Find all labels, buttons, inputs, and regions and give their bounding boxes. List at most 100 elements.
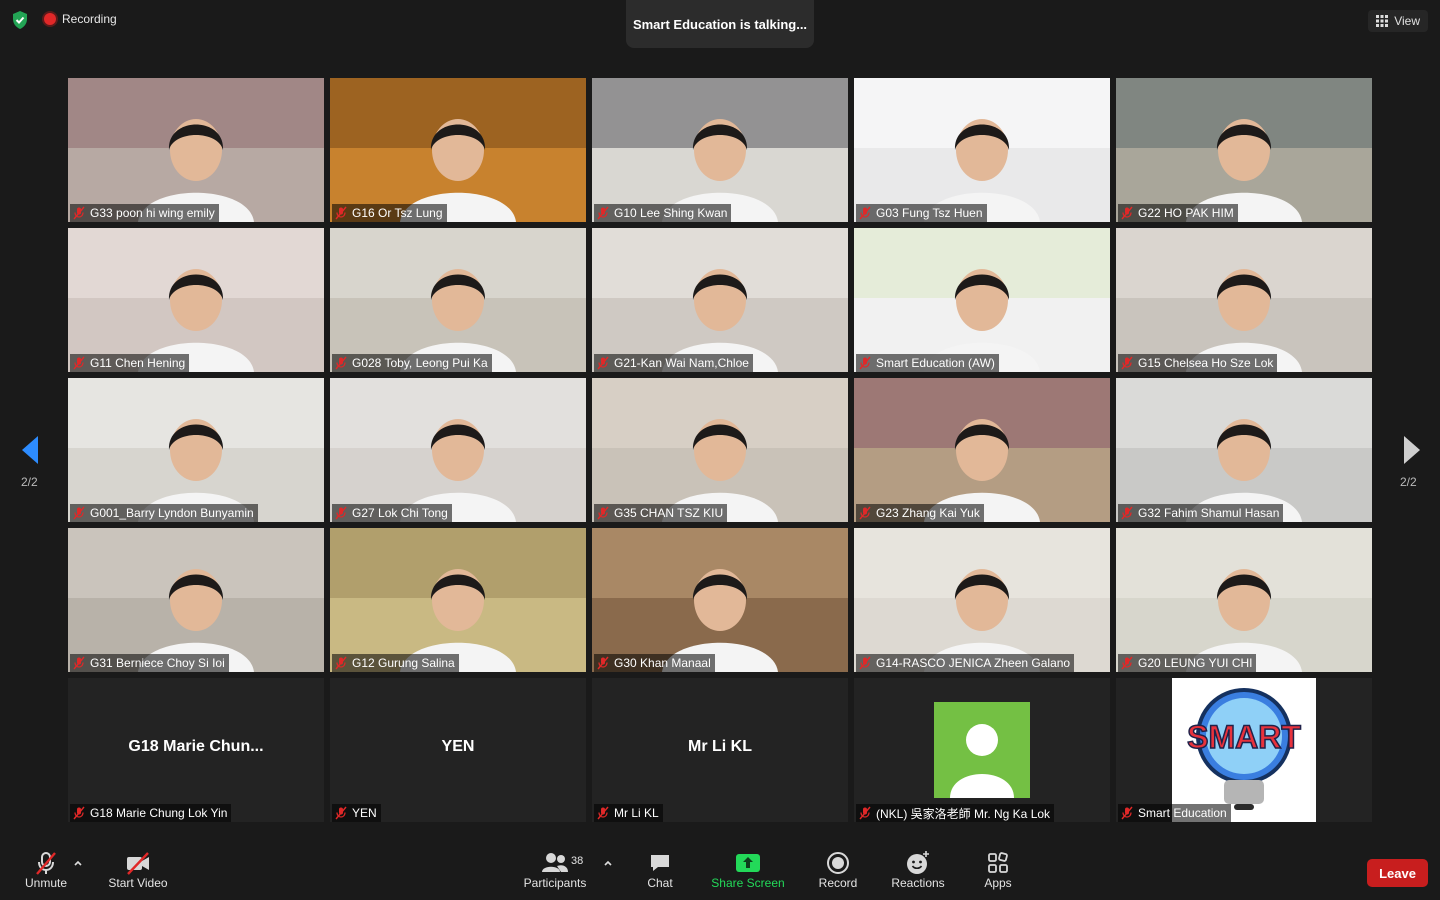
participant-tile[interactable]: G16 Or Tsz Lung [330, 78, 586, 222]
meeting-toolbar: Unmute Start Video Participants 38 Chat … [0, 840, 1440, 900]
participant-video-feed [1116, 78, 1372, 222]
participant-tile[interactable]: G33 poon hi wing emily [68, 78, 324, 222]
participant-name: G12 Gurung Salina [352, 656, 455, 670]
muted-microphone-icon [1121, 506, 1133, 520]
participant-tile[interactable]: G14-RASCO JENICA Zheen Galano [854, 528, 1110, 672]
muted-microphone-icon [597, 206, 609, 220]
recording-label: Recording [62, 12, 117, 26]
participant-name-tag: G20 LEUNG YUI CHI [1118, 654, 1257, 672]
participant-tile[interactable]: Smart Education (AW) [854, 228, 1110, 372]
participant-video-feed [854, 78, 1110, 222]
participant-tile[interactable]: G18 Marie Chun... G18 Marie Chung Lok Yin [68, 678, 324, 822]
participant-tile[interactable]: G20 LEUNG YUI CHI [1116, 528, 1372, 672]
participants-label: Participants [523, 876, 587, 890]
leave-button[interactable]: Leave [1367, 859, 1428, 887]
video-gallery: G33 poon hi wing emily G16 Or Tsz Lung G10… [68, 78, 1372, 822]
participant-tile[interactable]: G32 Fahim Shamul Hasan [1116, 378, 1372, 522]
muted-microphone-icon [73, 506, 85, 520]
participant-name-tag: G33 poon hi wing emily [70, 204, 219, 222]
audio-options-chevron-up-icon[interactable] [73, 858, 83, 868]
participant-name: G10 Lee Shing Kwan [614, 206, 728, 220]
participant-name-tag: G10 Lee Shing Kwan [594, 204, 732, 222]
muted-microphone-icon [1121, 656, 1133, 670]
participant-name-tag: G14-RASCO JENICA Zheen Galano [856, 654, 1075, 672]
participant-tile[interactable]: YEN YEN [330, 678, 586, 822]
participant-name-tag: G22 HO PAK HIM [1118, 204, 1238, 222]
share-screen-label: Share Screen [711, 876, 785, 890]
view-button[interactable]: View [1368, 10, 1428, 32]
participant-tile[interactable]: G31 Berniece Choy Si Ioi [68, 528, 324, 672]
participant-name-tag: G31 Berniece Choy Si Ioi [70, 654, 229, 672]
participant-video-feed [854, 528, 1110, 672]
next-page-arrow-icon[interactable] [1400, 432, 1424, 468]
participant-tile[interactable]: G10 Lee Shing Kwan [592, 78, 848, 222]
security-shield-icon[interactable] [10, 10, 30, 30]
chat-label: Chat [647, 876, 673, 890]
participant-video-feed [1116, 528, 1372, 672]
participant-tile[interactable]: G22 HO PAK HIM [1116, 78, 1372, 222]
participant-tile[interactable]: G12 Gurung Salina [330, 528, 586, 672]
participant-name: G22 HO PAK HIM [1138, 206, 1234, 220]
apps-button[interactable]: Apps [974, 850, 1022, 890]
unmute-button[interactable]: Unmute [20, 850, 72, 890]
participant-video-feed [854, 378, 1110, 522]
participant-tile[interactable]: (NKL) 吳家洛老師 Mr. Ng Ka Lok [854, 678, 1110, 822]
top-bar: Recording Smart Education is talking... … [0, 0, 1440, 48]
participant-tile[interactable]: G23 Zhang Kai Yuk [854, 378, 1110, 522]
participant-name: (NKL) 吳家洛老師 Mr. Ng Ka Lok [876, 806, 1051, 821]
previous-page-arrow-icon[interactable] [18, 432, 42, 468]
record-icon [827, 852, 849, 874]
participant-tile[interactable]: SMART Smart Education [1116, 678, 1372, 822]
chat-button[interactable]: Chat [636, 850, 684, 890]
participant-video-feed [330, 228, 586, 372]
participant-name: Smart Education [1138, 806, 1227, 820]
grid-view-icon [1376, 15, 1389, 27]
participant-video-feed [68, 528, 324, 672]
participant-name: G30 Khan Manaal [614, 656, 711, 670]
participant-name-tag: G18 Marie Chung Lok Yin [70, 804, 232, 822]
share-screen-button[interactable]: Share Screen [708, 850, 788, 890]
participant-tile[interactable]: G21-Kan Wai Nam,Chloe [592, 228, 848, 372]
start-video-label: Start Video [108, 876, 168, 890]
participant-name-tag: (NKL) 吳家洛老師 Mr. Ng Ka Lok [856, 804, 1055, 822]
muted-microphone-icon [335, 356, 347, 370]
participant-display-name: Mr Li KL [688, 738, 752, 755]
muted-microphone-icon [335, 506, 347, 520]
muted-microphone-icon [73, 806, 85, 820]
start-video-button[interactable]: Start Video [104, 850, 172, 890]
muted-microphone-icon [597, 656, 609, 670]
participant-name-tag: G001_Barry Lyndon Bunyamin [70, 504, 258, 522]
microphone-muted-icon [36, 852, 56, 875]
participant-tile[interactable]: G03 Fung Tsz Huen [854, 78, 1110, 222]
record-label: Record [818, 876, 858, 890]
participant-name-tag: YEN [332, 804, 381, 822]
participant-name-tag: G21-Kan Wai Nam,Chloe [594, 354, 753, 372]
reactions-button[interactable]: Reactions [888, 850, 948, 890]
participant-name-tag: G03 Fung Tsz Huen [856, 204, 987, 222]
participant-name: G03 Fung Tsz Huen [876, 206, 983, 220]
participant-name-tag: Mr Li KL [594, 804, 663, 822]
participant-tile[interactable]: G35 CHAN TSZ KIU [592, 378, 848, 522]
participant-video-feed [330, 378, 586, 522]
participant-name: G20 LEUNG YUI CHI [1138, 656, 1253, 670]
participant-tile[interactable]: G30 Khan Manaal [592, 528, 848, 672]
participant-name-tag: G30 Khan Manaal [594, 654, 715, 672]
participant-tile[interactable]: Mr Li KL Mr Li KL [592, 678, 848, 822]
muted-microphone-icon [859, 206, 871, 220]
participant-name: G27 Lok Chi Tong [352, 506, 448, 520]
participant-tile[interactable]: G27 Lok Chi Tong [330, 378, 586, 522]
participant-name: G31 Berniece Choy Si Ioi [90, 656, 225, 670]
participant-name-tag: G12 Gurung Salina [332, 654, 459, 672]
participants-options-chevron-up-icon[interactable] [603, 858, 613, 868]
participant-name: Mr Li KL [614, 806, 659, 820]
participant-video-feed [68, 378, 324, 522]
participant-tile[interactable]: G15 Chelsea Ho Sze Lok [1116, 228, 1372, 372]
participant-video-feed [1116, 378, 1372, 522]
participant-tile[interactable]: G11 Chen Hening [68, 228, 324, 372]
participant-tile[interactable]: G001_Barry Lyndon Bunyamin [68, 378, 324, 522]
participant-name-tag: G27 Lok Chi Tong [332, 504, 452, 522]
recording-indicator[interactable]: Recording [44, 12, 117, 26]
participant-tile[interactable]: G028 Toby, Leong Pui Ka [330, 228, 586, 372]
muted-microphone-icon [597, 506, 609, 520]
record-button[interactable]: Record [814, 850, 862, 890]
